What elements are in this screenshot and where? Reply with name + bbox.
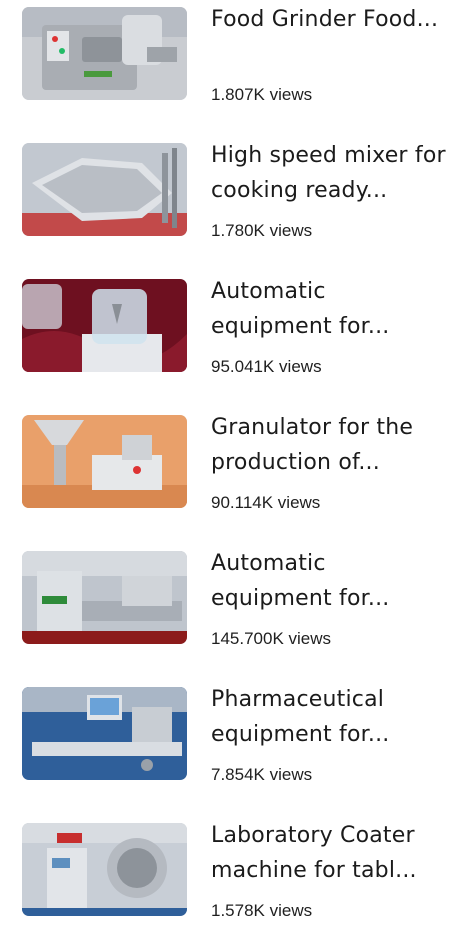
video-title[interactable]: Laboratory Coater machine for tabl... — [211, 818, 451, 888]
mixer-thumbnail-image — [22, 143, 187, 236]
video-list-item[interactable]: Granulator for the production of... 90.1… — [0, 408, 463, 528]
video-thumbnail[interactable] — [22, 823, 187, 916]
granulator-thumbnail-image — [22, 415, 187, 508]
video-title[interactable]: Automatic equipment for... — [211, 274, 451, 344]
video-thumbnail[interactable] — [22, 279, 187, 372]
video-list-item[interactable]: Pharmaceutical equipment for... 7.854K v… — [0, 680, 463, 800]
video-title[interactable]: Granulator for the production of... — [211, 410, 451, 480]
food-grinder-thumbnail-image — [22, 7, 187, 100]
production-line-thumbnail-image — [22, 551, 187, 644]
video-thumbnail[interactable] — [22, 415, 187, 508]
video-list-item[interactable]: Laboratory Coater machine for tabl... 1.… — [0, 816, 463, 927]
view-count: 95.041K views — [211, 357, 322, 376]
view-count: 1.780K views — [211, 221, 313, 240]
view-count: 7.854K views — [211, 765, 313, 784]
video-list: Food Grinder Food... 1.807K views High s… — [0, 0, 463, 927]
video-list-item[interactable]: Automatic equipment for... 145.700K view… — [0, 544, 463, 664]
pharmaceutical-line-thumbnail-image — [22, 687, 187, 780]
video-thumbnail[interactable] — [22, 143, 187, 236]
video-title[interactable]: Automatic equipment for... — [211, 546, 451, 616]
view-count: 1.807K views — [211, 85, 313, 104]
video-title[interactable]: Pharmaceutical equipment for... — [211, 682, 451, 752]
video-thumbnail[interactable] — [22, 7, 187, 100]
video-list-item[interactable]: Food Grinder Food... 1.807K views — [0, 0, 463, 120]
video-list-item[interactable]: High speed mixer for cooking ready... 1.… — [0, 136, 463, 256]
view-count: 145.700K views — [211, 629, 332, 648]
automatic-equipment-thumbnail-image — [22, 279, 187, 372]
view-count: 1.578K views — [211, 901, 313, 920]
video-title[interactable]: Food Grinder Food... — [211, 2, 451, 37]
video-thumbnail[interactable] — [22, 551, 187, 644]
video-thumbnail[interactable] — [22, 687, 187, 780]
view-count: 90.114K views — [211, 493, 321, 512]
video-list-item[interactable]: Automatic equipment for... 95.041K views — [0, 272, 463, 392]
lab-coater-thumbnail-image — [22, 823, 187, 916]
video-title[interactable]: High speed mixer for cooking ready... — [211, 138, 451, 208]
